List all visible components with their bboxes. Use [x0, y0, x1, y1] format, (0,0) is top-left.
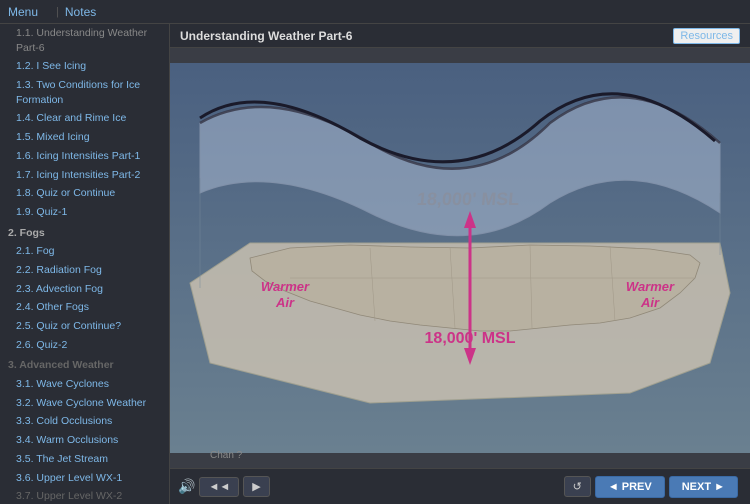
svg-text:Warmer: Warmer: [261, 279, 310, 294]
sidebar-item-1_2[interactable]: 1.2. I See Icing: [0, 57, 169, 76]
sidebar-item-3_2[interactable]: 3.2. Wave Cyclone Weather: [0, 394, 169, 413]
resources-button[interactable]: Resources: [673, 28, 740, 44]
svg-text:Chan ?: Chan ?: [210, 450, 243, 461]
next-button[interactable]: NEXT ►: [669, 476, 738, 498]
top-bar: Menu | Notes: [0, 0, 750, 24]
sidebar-item-1_4[interactable]: 1.4. Clear and Rime Ice: [0, 109, 169, 128]
sidebar-item-2_2[interactable]: 2.2. Radiation Fog: [0, 261, 169, 280]
sidebar-item-1_5[interactable]: 1.5. Mixed Icing: [0, 128, 169, 147]
bottom-controls: 🔊 ◄◄ ▶ ↺ ◄ PREV NEXT ►: [170, 468, 750, 504]
sidebar-item-s3[interactable]: 3. Advanced Weather: [0, 354, 169, 375]
menu-button[interactable]: Menu: [8, 5, 38, 19]
sidebar-item-2_6[interactable]: 2.6. Quiz-2: [0, 336, 169, 355]
page-title: Understanding Weather Part-6: [180, 29, 352, 43]
sidebar-item-2_1[interactable]: 2.1. Fog: [0, 242, 169, 261]
sidebar-item-1_8[interactable]: 1.8. Quiz or Continue: [0, 184, 169, 203]
sidebar-item-3_3[interactable]: 3.3. Cold Occlusions: [0, 412, 169, 431]
sidebar-item-3_1[interactable]: 3.1. Wave Cyclones: [0, 375, 169, 394]
sidebar: 1.1. Understanding Weather Part-61.2. I …: [0, 24, 170, 504]
content-header: Understanding Weather Part-6 Resources: [170, 24, 750, 48]
sidebar-item-s2[interactable]: 2. Fogs: [0, 222, 169, 243]
svg-text:Air: Air: [275, 295, 295, 310]
sidebar-item-3_5[interactable]: 3.5. The Jet Stream: [0, 450, 169, 469]
prev-button[interactable]: ◄ PREV: [595, 476, 665, 498]
content-area: Understanding Weather Part-6 Resources: [170, 24, 750, 504]
sidebar-item-2_3[interactable]: 2.3. Advection Fog: [0, 280, 169, 299]
visualization-area: 18,000' MSL 18,000' MSL Warmer Air Warme…: [170, 48, 750, 468]
sidebar-item-1_7[interactable]: 1.7. Icing Intensities Part-2: [0, 166, 169, 185]
play-button[interactable]: ▶: [243, 476, 269, 497]
sidebar-item-1_6[interactable]: 1.6. Icing Intensities Part-1: [0, 147, 169, 166]
sidebar-item-1_9[interactable]: 1.9. Quiz-1: [0, 203, 169, 222]
sidebar-item-3_6[interactable]: 3.6. Upper Level WX-1: [0, 469, 169, 488]
refresh-button[interactable]: ↺: [564, 476, 591, 497]
svg-text:Air: Air: [640, 295, 660, 310]
svg-text:Warmer: Warmer: [626, 279, 675, 294]
sidebar-item-3_7[interactable]: 3.7. Upper Level WX-2: [0, 487, 169, 504]
weather-diagram: 18,000' MSL 18,000' MSL Warmer Air Warme…: [170, 48, 750, 468]
volume-icon: 🔊: [178, 478, 195, 495]
sidebar-item-1_1[interactable]: 1.1. Understanding Weather Part-6: [0, 24, 169, 57]
sidebar-item-2_4[interactable]: 2.4. Other Fogs: [0, 298, 169, 317]
rewind-button[interactable]: ◄◄: [199, 477, 239, 497]
main-layout: 1.1. Understanding Weather Part-61.2. I …: [0, 24, 750, 504]
notes-button[interactable]: Notes: [65, 5, 96, 19]
sidebar-item-1_3[interactable]: 1.3. Two Conditions for Ice Formation: [0, 76, 169, 109]
sidebar-item-3_4[interactable]: 3.4. Warm Occlusions: [0, 431, 169, 450]
sidebar-item-2_5[interactable]: 2.5. Quiz or Continue?: [0, 317, 169, 336]
svg-text:18,000' MSL: 18,000' MSL: [416, 189, 520, 209]
